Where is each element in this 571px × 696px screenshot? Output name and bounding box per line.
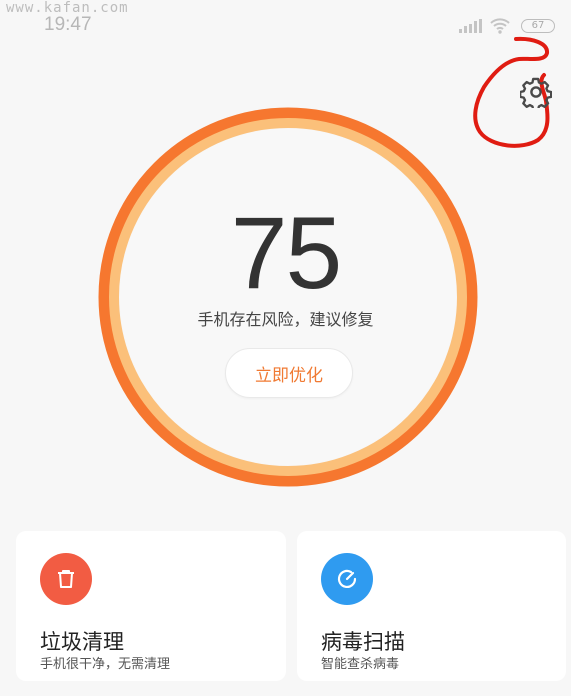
score-value: 75 (230, 196, 342, 310)
risk-message: 手机存在风险，建议修复 (197, 310, 374, 329)
card-subtitle: 手机很干净，无需清理 (40, 657, 171, 672)
scan-icon (321, 553, 373, 605)
status-time: 19:47 (44, 14, 92, 35)
battery-indicator: 67 (521, 19, 555, 33)
gear-icon[interactable] (520, 76, 552, 108)
wifi-icon (490, 18, 510, 34)
card-title: 病毒扫描 (321, 630, 405, 654)
optimize-now-button[interactable]: 立即优化 (225, 348, 353, 398)
card-title: 垃圾清理 (40, 630, 124, 654)
card-subtitle: 智能查杀病毒 (321, 657, 400, 672)
junk-cleanup-card[interactable]: 垃圾清理 手机很干净，无需清理 (16, 531, 286, 681)
signal-icon (459, 19, 482, 33)
trash-icon (40, 553, 92, 605)
virus-scan-card[interactable]: 病毒扫描 智能查杀病毒 (297, 531, 566, 681)
